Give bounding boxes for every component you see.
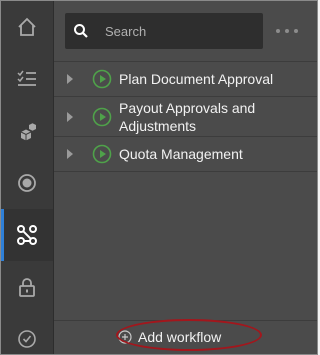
workflow-row-payout-approvals[interactable]: Payout Approvals and Adjustments bbox=[54, 97, 317, 137]
workflow-row-plan-document-approval[interactable]: Plan Document Approval bbox=[54, 61, 317, 97]
workflow-list: Plan Document Approval Payout Approvals … bbox=[54, 61, 317, 172]
plus-circle-icon bbox=[118, 330, 132, 344]
rail-item-home[interactable] bbox=[1, 1, 53, 53]
left-nav-rail bbox=[1, 1, 54, 354]
play-circle-icon bbox=[92, 69, 112, 89]
search-icon bbox=[74, 24, 88, 38]
checklist-icon bbox=[17, 70, 36, 86]
panel-footer: Add workflow bbox=[54, 319, 317, 354]
expand-caret-icon[interactable] bbox=[67, 149, 73, 159]
workflow-icon bbox=[17, 225, 37, 245]
more-options-icon[interactable] bbox=[276, 29, 298, 35]
rail-item-workflow[interactable] bbox=[1, 209, 53, 261]
search-input[interactable] bbox=[105, 13, 255, 49]
rail-item-components[interactable] bbox=[1, 105, 53, 157]
search-box[interactable] bbox=[65, 13, 263, 49]
lock-icon bbox=[19, 278, 35, 297]
cubes-icon bbox=[20, 123, 36, 141]
rail-item-history[interactable] bbox=[1, 313, 53, 354]
app-frame: Plan Document Approval Payout Approvals … bbox=[0, 0, 318, 355]
workflow-row-quota-management[interactable]: Quota Management bbox=[54, 137, 317, 172]
play-circle-icon bbox=[92, 144, 112, 164]
clock-icon bbox=[18, 330, 36, 348]
rail-item-tasks[interactable] bbox=[1, 53, 53, 105]
workflow-label: Quota Management bbox=[119, 146, 243, 162]
expand-caret-icon[interactable] bbox=[67, 111, 73, 122]
add-workflow-label: Add workflow bbox=[138, 329, 222, 345]
rail-item-security[interactable] bbox=[1, 261, 53, 313]
home-icon bbox=[18, 17, 36, 36]
play-circle-icon bbox=[92, 107, 112, 126]
rail-item-status[interactable] bbox=[1, 157, 53, 209]
add-workflow-button[interactable]: Add workflow bbox=[118, 326, 221, 348]
radio-circle-icon bbox=[18, 174, 36, 192]
workflow-panel: Plan Document Approval Payout Approvals … bbox=[54, 1, 317, 354]
expand-caret-icon[interactable] bbox=[67, 74, 73, 84]
workflow-label: Plan Document Approval bbox=[119, 71, 274, 87]
workflow-label: Payout Approvals and Adjustments bbox=[119, 99, 256, 134]
